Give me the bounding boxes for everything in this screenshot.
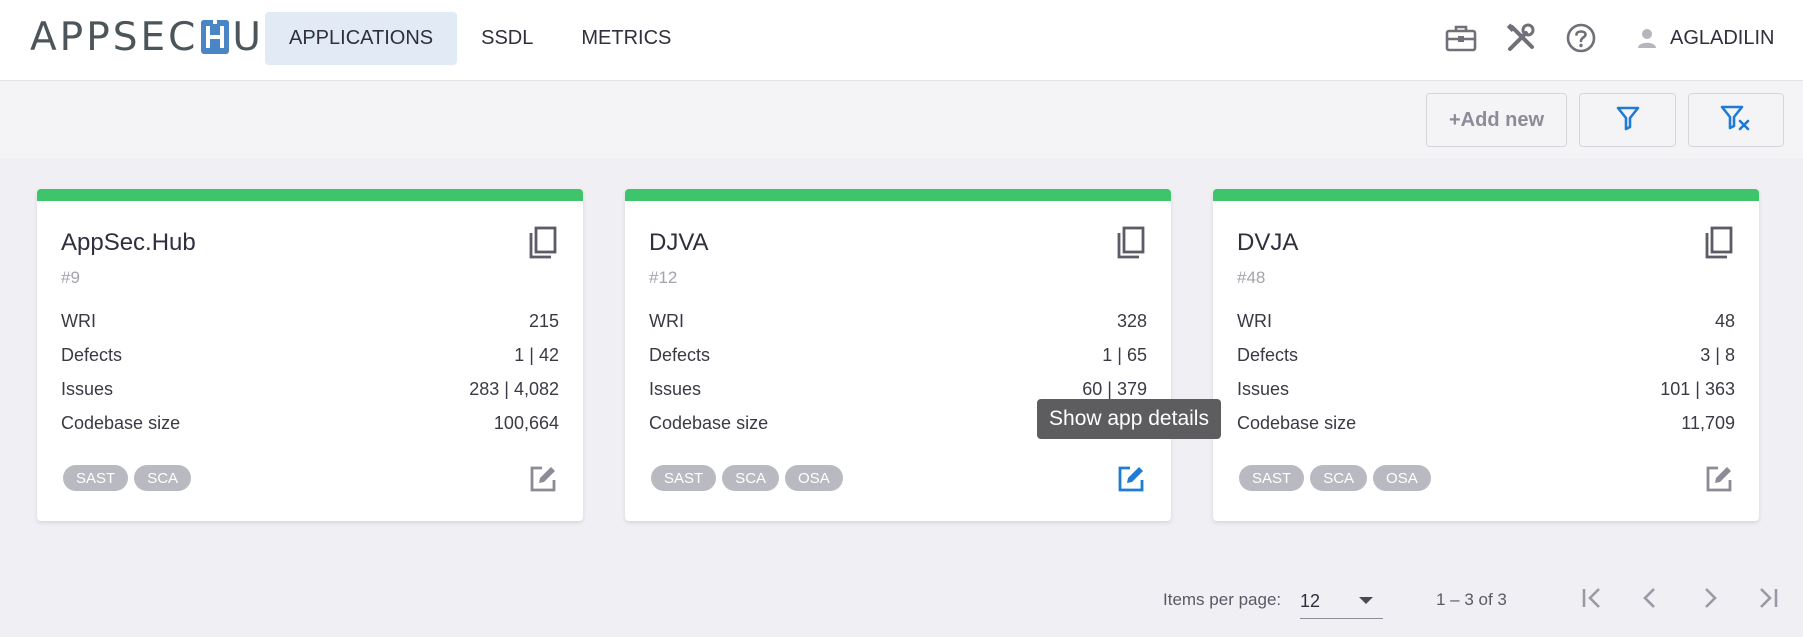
chevron-down-icon (1359, 597, 1373, 604)
user-menu[interactable]: AGLADILIN (1636, 20, 1774, 56)
stat-row-defects: Defects 3 | 8 (1237, 345, 1735, 379)
items-per-page-select[interactable]: 12 (1300, 583, 1383, 619)
filter-icon (1616, 105, 1640, 136)
logo-text-start: APPSEC (30, 14, 199, 60)
stat-value: 3 | 8 (1700, 345, 1735, 365)
filter-clear-icon (1720, 104, 1752, 137)
chevron-left-icon (1637, 585, 1663, 616)
stat-row-wri: WRI 328 (649, 311, 1147, 345)
first-page-icon (1579, 585, 1605, 616)
appsechub-logo[interactable]: APPSEC UB (30, 14, 294, 60)
app-name: DVJA (1237, 229, 1299, 256)
stat-value: 215 (528, 311, 559, 331)
tag-badge: SCA (722, 465, 780, 491)
copy-icon[interactable] (527, 225, 559, 266)
stat-label: Issues (1237, 379, 1290, 399)
app-card[interactable]: DVJA #48 WRI 48 Defects 3 | 8 Issues 101 | … (1213, 189, 1759, 521)
copy-icon[interactable] (1703, 225, 1735, 266)
tag-list: SAST SCA OSA (1239, 465, 1431, 491)
stat-row-codebase: Codebase size 100,664 (61, 413, 559, 447)
main-nav: APPLICATIONS SSDL METRICS (265, 12, 695, 65)
app-name: DJVA (649, 229, 709, 256)
stat-value: 11,709 (1681, 413, 1735, 433)
tag-list: SAST SCA (63, 465, 192, 491)
status-bar (1213, 189, 1759, 201)
briefcase-icon[interactable] (1443, 20, 1479, 56)
app-id: #48 (1237, 268, 1266, 287)
status-bar (625, 189, 1171, 201)
stat-label: Codebase size (1237, 413, 1357, 433)
stat-label: Codebase size (649, 413, 769, 433)
app-card[interactable]: AppSec.Hub #9 WRI 215 Defects 1 | 42 Issue… (37, 189, 583, 521)
tag-badge: OSA (785, 465, 843, 491)
stat-label: WRI (61, 311, 96, 331)
app-id: #12 (649, 268, 678, 287)
stat-label: Defects (649, 345, 711, 365)
page-range-label: 1 – 3 of 3 (1436, 590, 1507, 609)
stat-label: Issues (61, 379, 114, 399)
user-name: AGLADILIN (1670, 26, 1775, 49)
app-name: AppSec.Hub (61, 229, 196, 256)
stat-value: 48 (1714, 311, 1735, 331)
status-bar (37, 189, 583, 201)
previous-page-button[interactable] (1632, 582, 1668, 618)
top-bar: APPSEC UB APPLICATIONS SSDL METRICS AGLA… (0, 0, 1803, 81)
edit-icon[interactable] (527, 463, 559, 500)
stat-value: 328 (1116, 311, 1147, 331)
nav-tab-metrics[interactable]: METRICS (557, 12, 695, 65)
app-card[interactable]: DJVA #12 WRI 328 Defects 1 | 65 Issues 60 |… (625, 189, 1171, 521)
stat-value: 1 | 42 (514, 345, 559, 365)
person-icon (1636, 27, 1658, 49)
stat-label: Issues (649, 379, 702, 399)
stat-value: 283 | 4,082 (469, 379, 559, 399)
stat-label: WRI (649, 311, 684, 331)
app-stats: WRI 215 Defects 1 | 42 Issues 283 | 4,082 C… (61, 311, 559, 447)
stat-value: 1 | 65 (1102, 345, 1147, 365)
nav-tab-ssdl[interactable]: SSDL (457, 12, 557, 65)
tag-badge: SCA (1310, 465, 1368, 491)
items-per-page-label: Items per page: (1163, 590, 1282, 609)
tag-badge: SAST (1239, 465, 1305, 491)
copy-icon[interactable] (1115, 225, 1147, 266)
first-page-button[interactable] (1574, 582, 1610, 618)
edit-icon[interactable] (1115, 463, 1147, 500)
stat-row-codebase: Codebase size 11,709 (1237, 413, 1735, 447)
tag-list: SAST SCA OSA (651, 465, 843, 491)
stat-row-defects: Defects 1 | 65 (649, 345, 1147, 379)
stat-label: Defects (1237, 345, 1299, 365)
tag-badge: SAST (651, 465, 717, 491)
stat-value: 100,664 (493, 413, 559, 433)
stat-value: 101 | 363 (1660, 379, 1735, 399)
app-id: #9 (61, 268, 80, 287)
tag-badge: OSA (1373, 465, 1431, 491)
tools-icon[interactable] (1503, 20, 1539, 56)
stat-row-wri: WRI 215 (61, 311, 559, 345)
last-page-button[interactable] (1750, 582, 1786, 618)
paginator: Items per page: 12 1 – 3 of 3 (0, 580, 1803, 620)
tooltip: Show app details (1037, 399, 1221, 439)
toolbar: +Add new (0, 81, 1803, 158)
tag-badge: SAST (63, 465, 129, 491)
clear-filter-button[interactable] (1688, 93, 1784, 147)
next-page-button[interactable] (1692, 582, 1728, 618)
edit-icon[interactable] (1703, 463, 1735, 500)
stat-row-issues: Issues 283 | 4,082 (61, 379, 559, 413)
chevron-right-icon (1697, 585, 1723, 616)
app-stats: WRI 48 Defects 3 | 8 Issues 101 | 363 Codeb… (1237, 311, 1735, 447)
help-icon[interactable] (1563, 20, 1599, 56)
stat-label: Defects (61, 345, 123, 365)
stat-label: WRI (1237, 311, 1272, 331)
stat-row-defects: Defects 1 | 42 (61, 345, 559, 379)
stat-label: Codebase size (61, 413, 181, 433)
stat-row-wri: WRI 48 (1237, 311, 1735, 345)
items-per-page-value: 12 (1300, 591, 1321, 611)
tag-badge: SCA (134, 465, 192, 491)
stat-row-issues: Issues 101 | 363 (1237, 379, 1735, 413)
nav-tab-applications[interactable]: APPLICATIONS (265, 12, 458, 65)
filter-button[interactable] (1579, 93, 1676, 147)
add-new-button[interactable]: +Add new (1426, 93, 1567, 147)
logo-h-icon (201, 20, 230, 54)
last-page-icon (1755, 585, 1781, 616)
